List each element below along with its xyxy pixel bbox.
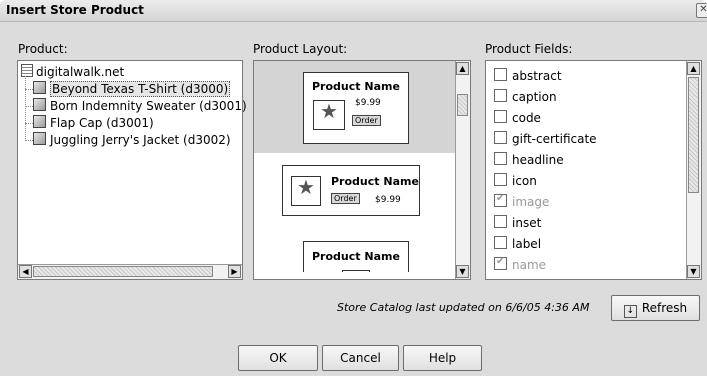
product-box-icon [33, 115, 46, 128]
field-label: label [512, 237, 542, 251]
tree-connector [25, 89, 33, 90]
tree-item-product[interactable]: Juggling Jerry's Jacket (d3002) [33, 132, 231, 147]
layout-order-button: Order [352, 115, 381, 126]
field-gift-certificate[interactable]: gift-certificate [494, 131, 597, 146]
refresh-label: Refresh [641, 301, 688, 315]
layout-option-centered[interactable]: Product Name [303, 241, 409, 272]
checkbox[interactable] [494, 110, 507, 123]
scroll-right-icon[interactable]: ▶ [228, 265, 241, 278]
scroll-down-icon[interactable]: ▼ [456, 265, 469, 278]
tree-connector [25, 106, 33, 107]
tree-item-label: Flap Cap (d3001) [50, 116, 154, 130]
layout-options: Product Name ★ $9.99 Order ★ Product Nam… [254, 61, 455, 272]
horizontal-scrollbar[interactable]: ◀ ▶ [18, 264, 242, 279]
product-fields-list[interactable]: abstract caption code gift-certificate h… [485, 60, 702, 280]
scroll-thumb[interactable] [457, 94, 468, 116]
product-label: Product: [18, 42, 68, 56]
checkbox[interactable] [494, 68, 507, 81]
layout-price: $9.99 [355, 98, 381, 108]
layout-option-stacked[interactable]: Product Name ★ $9.99 Order [303, 72, 409, 144]
tree-item-product[interactable]: Born Indemnity Sweater (d3001) [33, 98, 247, 113]
product-image-placeholder [342, 270, 370, 272]
tree-item-label: Juggling Jerry's Jacket (d3002) [50, 133, 231, 147]
field-image: image [494, 193, 550, 209]
product-box-icon [33, 98, 46, 111]
field-name: name [494, 256, 547, 272]
tree-item-product[interactable]: Beyond Texas T-Shirt (d3000) [33, 81, 231, 97]
tree-connector [25, 123, 33, 124]
product-image-placeholder: ★ [313, 100, 345, 130]
close-icon[interactable]: ✕ [696, 3, 707, 18]
tree-connector [25, 76, 26, 141]
layout-product-name: Product Name [312, 80, 400, 93]
layout-price: $9.99 [375, 195, 401, 205]
checkbox-checked-disabled [494, 193, 507, 207]
scroll-down-icon[interactable]: ▼ [687, 265, 700, 278]
layout-option-side-by-side[interactable]: ★ Product Name Order $9.99 [282, 165, 420, 216]
scroll-up-icon[interactable]: ▲ [687, 62, 700, 75]
cancel-button[interactable]: Cancel [322, 345, 399, 371]
cancel-label: Cancel [340, 351, 381, 365]
tree-item-label: Beyond Texas T-Shirt (d3000) [50, 81, 231, 97]
layout-product-name: Product Name [331, 175, 419, 188]
vertical-scrollbar[interactable]: ▲ ▼ [455, 61, 470, 279]
field-label: icon [512, 174, 537, 188]
field-label: name [512, 258, 547, 272]
download-arrow-icon: ↓ [623, 305, 637, 318]
dialog-title: Insert Store Product [6, 3, 144, 17]
product-tree[interactable]: digitalwalk.net Beyond Texas T-Shirt (d3… [17, 60, 247, 280]
product-fields-label: Product Fields: [485, 42, 573, 56]
field-label: headline [512, 153, 564, 167]
checkbox[interactable] [494, 173, 507, 186]
layout-order-button: Order [331, 193, 360, 204]
field-caption[interactable]: caption [494, 89, 557, 104]
checkbox[interactable] [494, 152, 507, 165]
field-label: image [512, 195, 550, 209]
tree-item-product[interactable]: Flap Cap (d3001) [33, 115, 154, 130]
tree-connector [25, 140, 33, 141]
field-abstract[interactable]: abstract [494, 68, 562, 83]
ok-label: OK [269, 351, 287, 365]
layout-product-name: Product Name [312, 250, 400, 263]
ok-button[interactable]: OK [238, 345, 318, 371]
field-label: abstract [512, 69, 562, 83]
checkbox-checked-disabled [494, 256, 507, 270]
star-icon: ★ [320, 99, 338, 123]
store-icon [21, 64, 33, 77]
product-image-placeholder: ★ [291, 176, 321, 206]
title-bar: Insert Store Product ✕ [0, 0, 707, 22]
star-icon: ★ [297, 175, 315, 199]
vertical-scrollbar[interactable]: ▲ ▼ [686, 61, 701, 279]
product-layout-label: Product Layout: [253, 42, 348, 56]
field-label: inset [512, 216, 542, 230]
field-label: caption [512, 90, 557, 104]
insert-store-product-dialog: Insert Store Product ✕ Product: Product … [0, 0, 707, 376]
help-button[interactable]: Help [403, 345, 482, 371]
field-label-option[interactable]: label [494, 236, 541, 251]
tree-root-item[interactable]: digitalwalk.net [21, 64, 124, 79]
scroll-thumb[interactable] [33, 266, 213, 277]
field-label: gift-certificate [512, 132, 597, 146]
scroll-up-icon[interactable]: ▲ [456, 62, 469, 75]
checkbox[interactable] [494, 89, 507, 102]
tree-item-label: Born Indemnity Sweater (d3001) [50, 99, 247, 113]
field-code[interactable]: code [494, 110, 541, 125]
product-layout-list[interactable]: Product Name ★ $9.99 Order ★ Product Nam… [253, 60, 471, 280]
catalog-updated-note: Store Catalog last updated on 6/6/05 4:3… [337, 301, 590, 314]
checkbox[interactable] [494, 215, 507, 228]
checkbox[interactable] [494, 131, 507, 144]
checkbox[interactable] [494, 236, 507, 249]
field-label: code [512, 111, 541, 125]
field-headline[interactable]: headline [494, 152, 564, 167]
help-label: Help [428, 351, 457, 365]
tree-root-label: digitalwalk.net [36, 65, 125, 79]
refresh-button[interactable]: ↓ Refresh [611, 295, 700, 321]
scroll-thumb[interactable] [688, 77, 699, 193]
field-inset[interactable]: inset [494, 215, 541, 230]
product-box-icon [33, 81, 46, 94]
field-icon[interactable]: icon [494, 173, 537, 188]
product-box-icon [33, 132, 46, 145]
scroll-left-icon[interactable]: ◀ [19, 265, 32, 278]
